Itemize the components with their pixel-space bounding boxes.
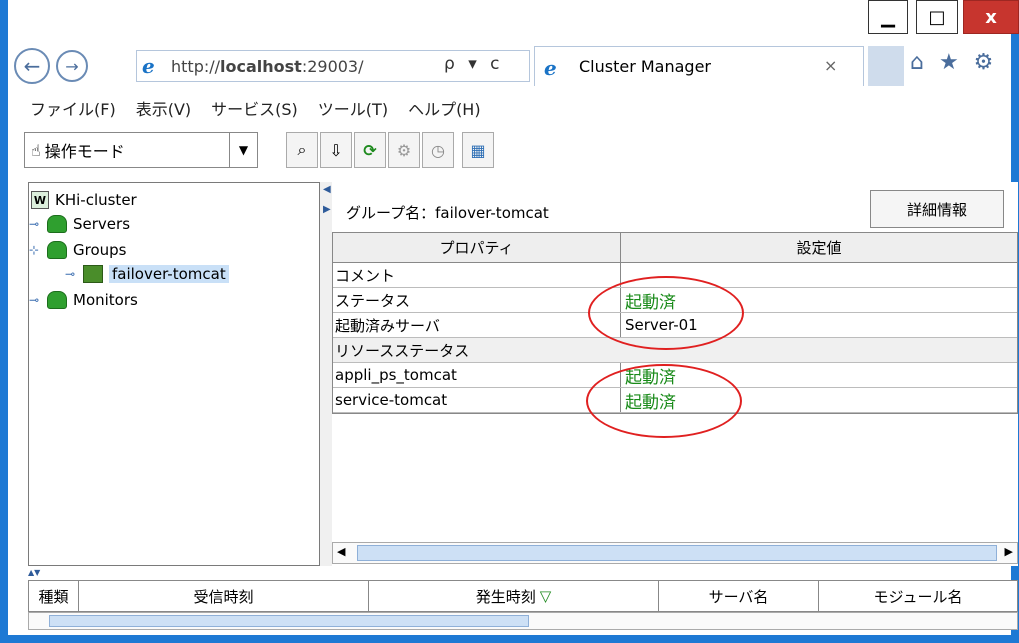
bottom-splitter[interactable]: ▲▼	[28, 568, 1018, 578]
cluster-icon: W	[31, 191, 49, 209]
table-header: プロパティ 設定値	[333, 233, 1017, 263]
download-tool-button[interactable]: ⇩	[320, 132, 352, 168]
search-tool-button[interactable]: ⌕	[286, 132, 318, 168]
expand-icon[interactable]: ⊸	[29, 293, 47, 307]
grid-icon: ▦	[470, 140, 486, 160]
sort-desc-icon: ▽	[539, 587, 552, 605]
tree-item-monitors[interactable]: ⊸ Monitors	[29, 289, 138, 311]
mode-select[interactable]: ☝ 操作モード ▼	[24, 132, 258, 168]
tree-pane: W KHi-cluster ⊸ Servers ⊹ Groups ⊸ failo…	[28, 182, 320, 566]
menu-bar: ファイル(F) 表示(V) サービス(S) ツール(T) ヘルプ(H)	[30, 96, 481, 120]
property-cell: service-tomcat	[333, 388, 621, 412]
scroll-right-icon[interactable]: ▶	[1005, 545, 1013, 558]
tree-item-servers-label: Servers	[73, 215, 131, 233]
ie-logo-icon: e	[142, 54, 155, 78]
pane-splitter[interactable]	[320, 182, 332, 566]
event-table-header: 種類 受信時刻 発生時刻 ▽ サーバ名 モジュール名	[28, 580, 1018, 612]
folder-icon	[47, 241, 67, 259]
address-row: ← → http://localhost:29003/ e ρ ▾ c Clus…	[14, 46, 1009, 86]
column-header-server[interactable]: サーバ名	[659, 581, 819, 611]
annotation-ellipse	[586, 364, 742, 438]
column-header-property[interactable]: プロパティ	[333, 233, 621, 262]
annotation-ellipse	[588, 276, 744, 350]
forward-button[interactable]: →	[56, 50, 88, 82]
download-icon: ⇩	[329, 140, 343, 160]
collapse-icon[interactable]: ⊹	[29, 243, 47, 257]
scroll-thumb[interactable]	[49, 615, 529, 627]
group-icon	[83, 265, 103, 283]
tree-item-monitors-label: Monitors	[73, 291, 138, 309]
property-cell: 起動済みサーバ	[333, 313, 621, 337]
property-cell: コメント	[333, 263, 621, 287]
menu-tools[interactable]: ツール(T)	[318, 96, 388, 120]
tree-item-groups[interactable]: ⊹ Groups	[29, 239, 126, 261]
toolbar: ☝ 操作モード ▼ ⌕ ⇩ ⟳ ⚙ ◷ ▦	[24, 128, 1008, 172]
expand-icon[interactable]: ⊸	[29, 217, 47, 231]
url-suffix: :29003/	[301, 56, 364, 76]
occurred-label: 発生時刻	[475, 587, 536, 606]
url-host: localhost	[220, 56, 302, 76]
clock-icon: ◷	[431, 140, 445, 160]
folder-icon	[47, 291, 67, 309]
forward-arrow-icon: →	[65, 56, 79, 76]
event-hscrollbar[interactable]	[28, 612, 1018, 630]
gear-icon: ⚙	[396, 140, 412, 160]
tree-item-groups-label: Groups	[73, 241, 127, 259]
back-button[interactable]: ←	[14, 48, 50, 84]
close-button[interactable]: x	[963, 0, 1019, 34]
clock-tool-button[interactable]: ◷	[422, 132, 454, 168]
search-refresh-icons[interactable]: ρ ▾ c	[444, 54, 503, 74]
reload-tool-button[interactable]: ⟳	[354, 132, 386, 168]
maximize-button[interactable]: □	[916, 0, 958, 34]
folder-icon	[47, 215, 67, 233]
collapse-left-icon[interactable]: ◀	[323, 184, 331, 195]
property-cell: appli_ps_tomcat	[333, 363, 621, 387]
chevron-down-icon[interactable]: ▼	[229, 133, 257, 167]
web-tool-button[interactable]: ▦	[462, 132, 494, 168]
new-tab-button[interactable]	[868, 46, 904, 86]
tree-root[interactable]: W KHi-cluster	[31, 189, 137, 211]
column-header-module[interactable]: モジュール名	[819, 581, 1017, 611]
column-header-type[interactable]: 種類	[29, 581, 79, 611]
tab-close-icon[interactable]: ×	[824, 56, 837, 75]
tab-ie-icon: e	[544, 56, 557, 80]
menu-file[interactable]: ファイル(F)	[30, 96, 116, 120]
column-header-value[interactable]: 設定値	[621, 233, 1017, 262]
menu-service[interactable]: サービス(S)	[211, 96, 298, 120]
menu-help[interactable]: ヘルプ(H)	[408, 96, 481, 120]
tree-item-failover-tomcat[interactable]: ⊸ failover-tomcat	[65, 263, 229, 285]
scroll-thumb[interactable]	[357, 545, 997, 561]
tree-root-label: KHi-cluster	[55, 191, 137, 209]
search-icon: ⌕	[297, 140, 307, 159]
tab-title: Cluster Manager	[579, 57, 712, 76]
group-name-label: グループ名：failover-tomcat	[346, 204, 549, 222]
expand-right-icon[interactable]: ▶	[323, 204, 331, 215]
scroll-left-icon[interactable]: ◀	[337, 545, 345, 558]
mode-label: 操作モード	[44, 142, 125, 161]
tree-item-failover-tomcat-label: failover-tomcat	[109, 265, 229, 283]
property-cell: ステータス	[333, 288, 621, 312]
column-header-occurred[interactable]: 発生時刻 ▽	[369, 581, 659, 611]
column-header-received[interactable]: 受信時刻	[79, 581, 369, 611]
expand-icon[interactable]: ⊸	[65, 267, 83, 281]
detail-info-button[interactable]: 詳細情報	[870, 190, 1004, 228]
minimize-button[interactable]: ▁	[868, 0, 908, 34]
section-cell: リソースステータス	[335, 341, 470, 360]
back-arrow-icon: ←	[23, 54, 41, 78]
reload-icon: ⟳	[363, 140, 377, 160]
menu-view[interactable]: 表示(V)	[136, 96, 191, 120]
title-bar: ▁ □ x	[8, 0, 1019, 38]
browser-tab[interactable]: Cluster Manager	[534, 46, 864, 86]
detail-hscrollbar[interactable]: ◀ ▶	[332, 542, 1018, 564]
tree-item-servers[interactable]: ⊸ Servers	[29, 213, 130, 235]
home-favorites-settings-icons[interactable]: ⌂ ★ ⚙	[910, 50, 997, 75]
settings-tool-button[interactable]: ⚙	[388, 132, 420, 168]
url-prefix: http://	[171, 56, 221, 76]
hand-icon: ☝	[31, 140, 41, 160]
